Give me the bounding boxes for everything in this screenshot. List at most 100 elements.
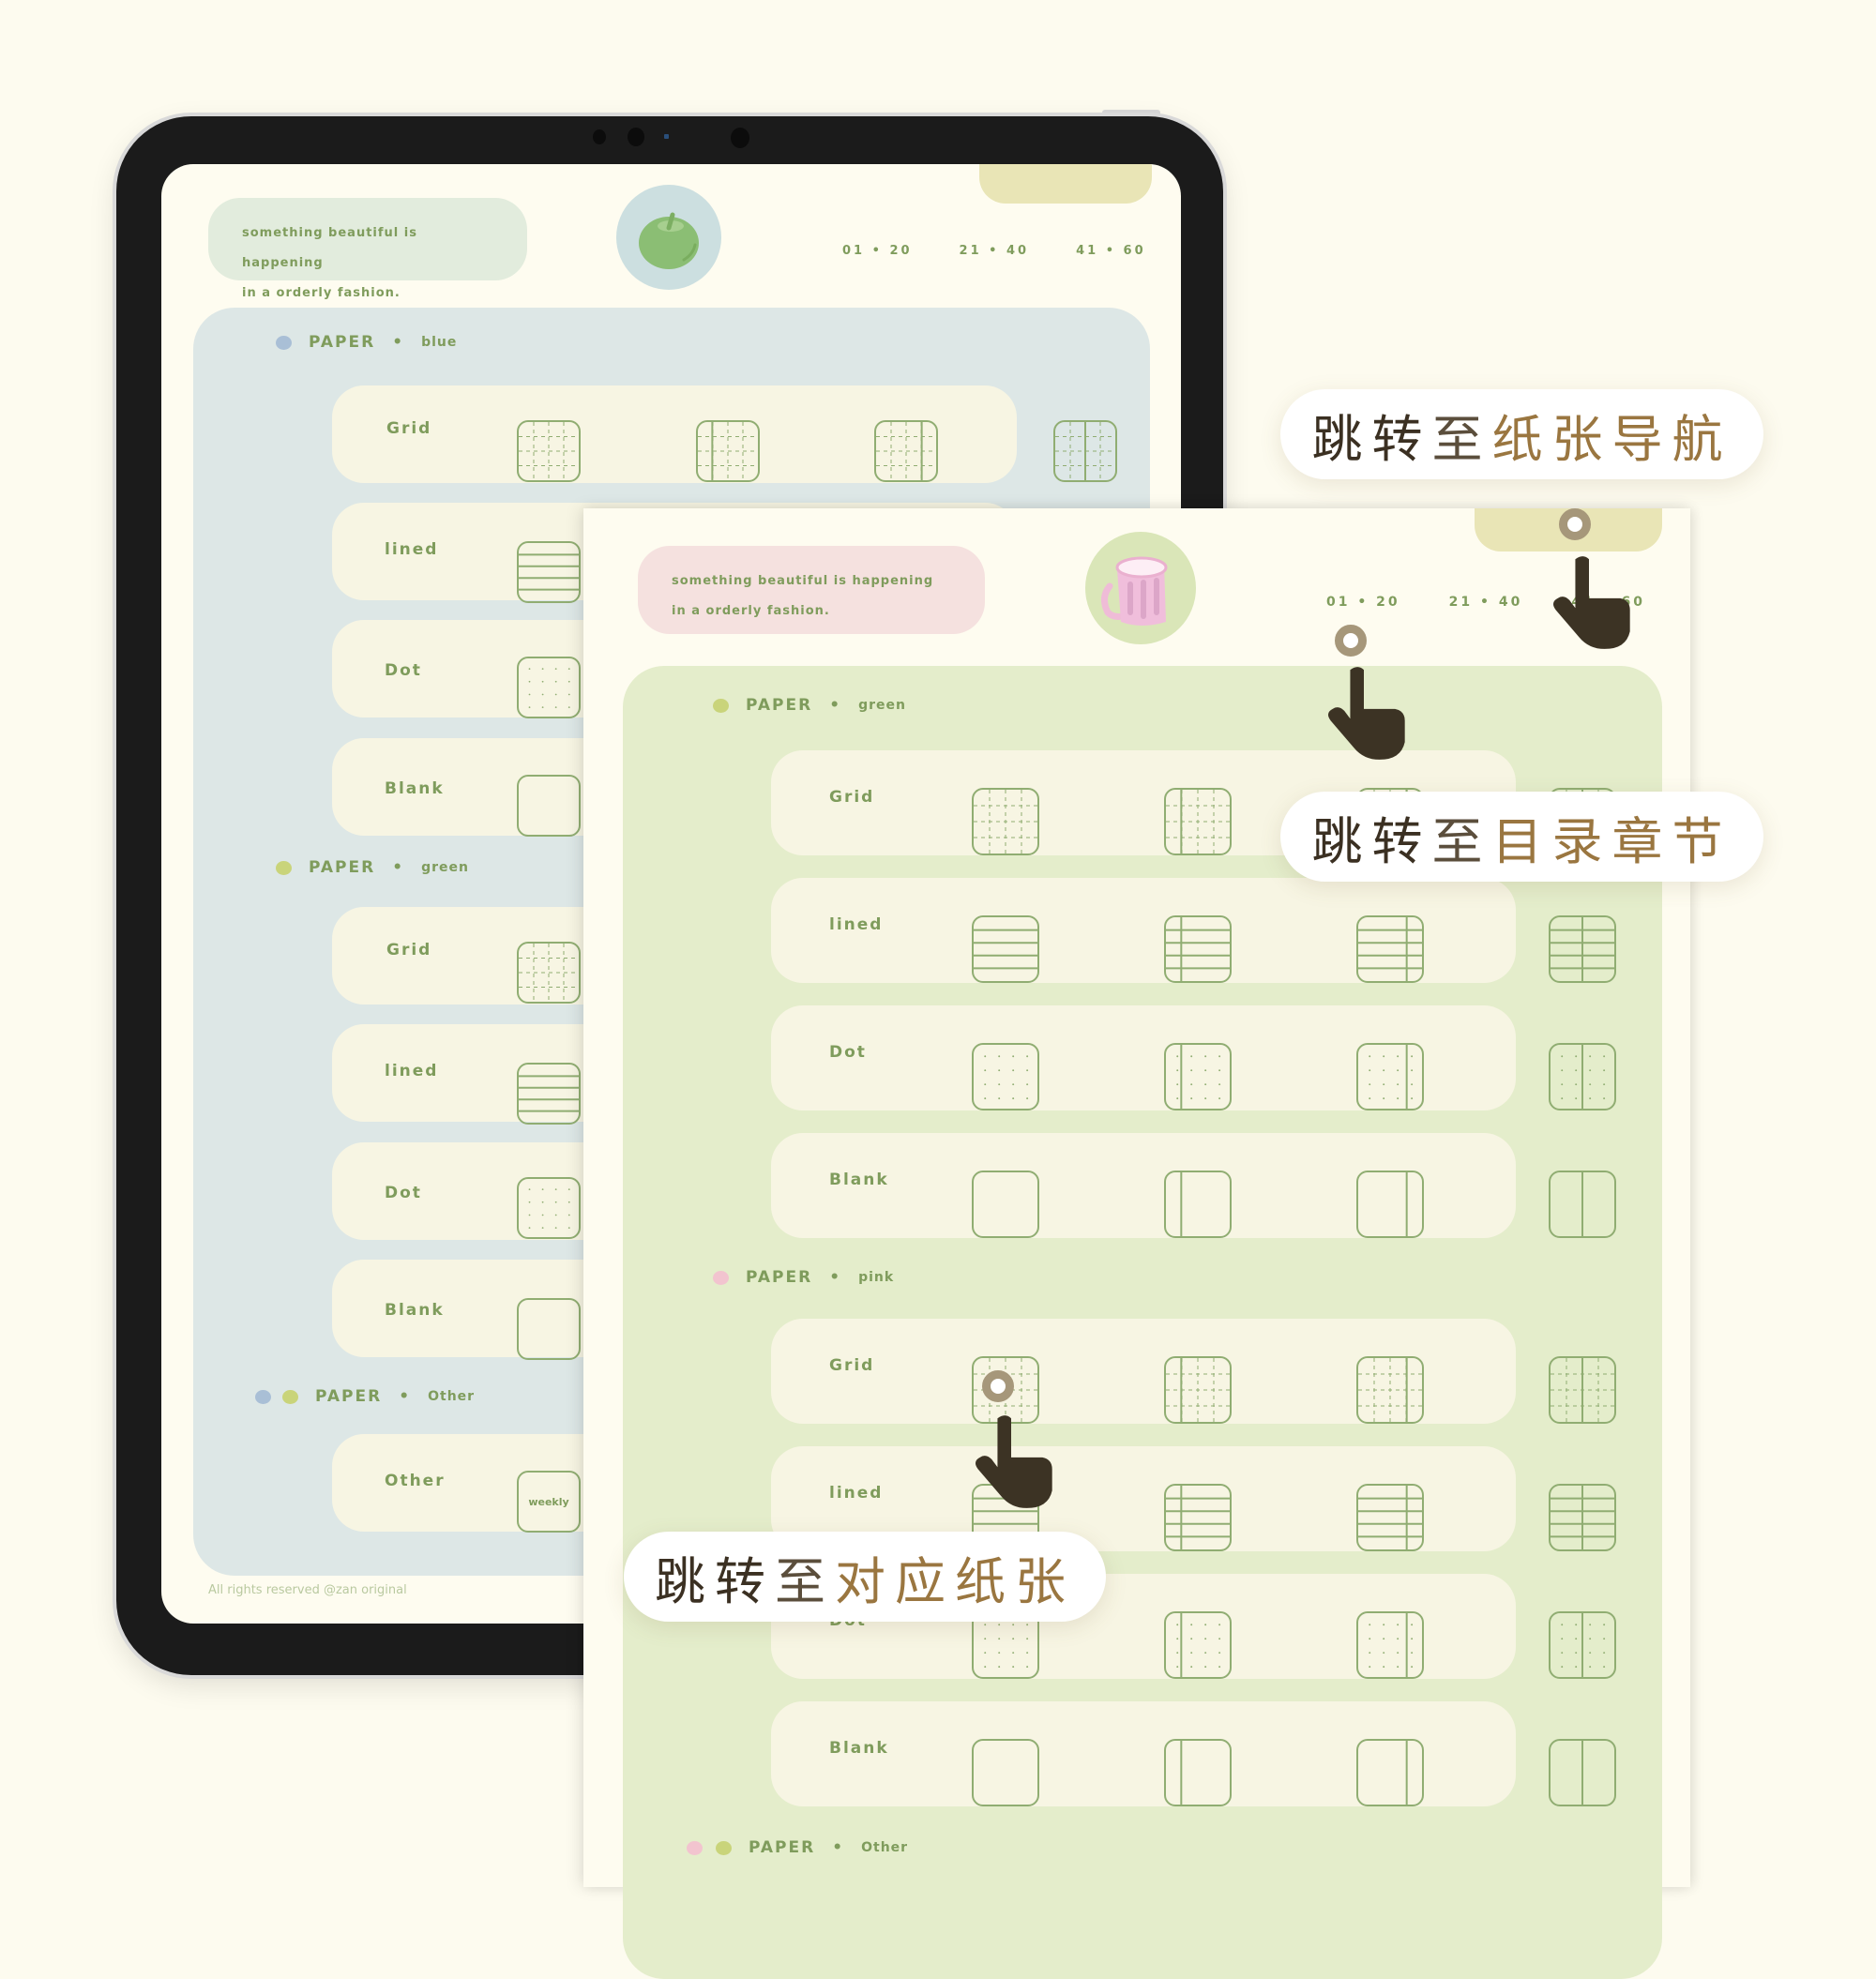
dot-left-paper-thumb[interactable]: [1164, 1611, 1232, 1679]
quote-line-2: in a orderly fashion.: [242, 286, 401, 300]
lined-pattern: [1358, 1486, 1422, 1549]
front-planner-page: something beautiful is happening in a or…: [583, 508, 1690, 1979]
callout-mid: 至: [1431, 409, 1492, 469]
dot-pattern: [984, 1055, 1029, 1100]
range-link-1[interactable]: 01 • 20: [842, 244, 913, 258]
grid-right-paper-thumb[interactable]: [874, 420, 938, 482]
dot-left-paper-thumb[interactable]: [1164, 1043, 1232, 1110]
thumb-label: weekly: [528, 1495, 569, 1508]
grid-right-paper-thumb[interactable]: [1356, 1356, 1424, 1424]
blank-pattern: [1166, 1172, 1230, 1236]
row-label: Blank: [385, 1301, 445, 1320]
bullet: •: [829, 696, 842, 715]
color-dot-blue: [255, 1389, 271, 1404]
section-subtitle: Other: [428, 1389, 476, 1404]
blank-left-paper-thumb[interactable]: [1164, 1171, 1232, 1238]
blank-split-paper-thumb[interactable]: [1549, 1171, 1616, 1238]
section-title: PAPER: [315, 1387, 383, 1406]
grid-split-paper-thumb[interactable]: [1549, 1356, 1616, 1424]
camera-indicator-icon: [664, 134, 669, 139]
lined-pattern: [519, 543, 579, 601]
blank-pattern: [974, 1172, 1037, 1236]
blank-paper-thumb[interactable]: [972, 1171, 1039, 1238]
blank-paper-thumb[interactable]: [972, 1739, 1039, 1806]
lined-pattern: [1166, 1486, 1230, 1549]
row-label: lined: [829, 1484, 884, 1503]
nav-tab[interactable]: [979, 164, 1152, 204]
pointing-hand-icon: [1540, 553, 1638, 651]
dot-paper-thumb[interactable]: [517, 1177, 581, 1239]
section-subtitle: blue: [421, 335, 458, 350]
section-header: PAPER • blue: [276, 333, 457, 352]
color-dot: [713, 698, 729, 713]
callout-prefix: 跳转: [655, 1551, 775, 1611]
grid-paper-thumb[interactable]: [517, 942, 581, 1004]
lined-split-paper-thumb[interactable]: [1549, 915, 1616, 983]
dot-right-paper-thumb[interactable]: [1356, 1043, 1424, 1110]
dot-pattern: [984, 1624, 1029, 1669]
blank-paper-thumb[interactable]: [517, 1298, 581, 1360]
grid-pattern: [1551, 1358, 1614, 1422]
dot-split-paper-thumb[interactable]: [1549, 1611, 1616, 1679]
grid-left-paper-thumb[interactable]: [696, 420, 760, 482]
lined-right-paper-thumb[interactable]: [1356, 915, 1424, 983]
dot-split-paper-thumb[interactable]: [1549, 1043, 1616, 1110]
dot-paper-thumb[interactable]: [972, 1043, 1039, 1110]
blank-right-paper-thumb[interactable]: [1356, 1171, 1424, 1238]
lined-pattern: [519, 1065, 579, 1123]
row-label: lined: [829, 915, 884, 934]
tap-ring-indicator: [1559, 508, 1591, 540]
blank-right-paper-thumb[interactable]: [1356, 1739, 1424, 1806]
range-link-1[interactable]: 01 • 20: [1326, 595, 1400, 610]
range-link-2[interactable]: 21 • 40: [1449, 595, 1523, 610]
dot-right-paper-thumb[interactable]: [1356, 1611, 1424, 1679]
grid-pattern: [876, 422, 936, 480]
callout-highlight: 纸张导航: [1491, 409, 1732, 469]
mascot-badge[interactable]: [616, 185, 721, 290]
grid-split-paper-thumb[interactable]: [1053, 420, 1117, 482]
lined-paper-thumb[interactable]: [517, 541, 581, 603]
blank-split-paper-thumb[interactable]: [1549, 1739, 1616, 1806]
grid-left-paper-thumb[interactable]: [1164, 1356, 1232, 1424]
blank-left-paper-thumb[interactable]: [1164, 1739, 1232, 1806]
weekly-paper-thumb[interactable]: weekly: [517, 1471, 581, 1533]
paper-row: Grid: [332, 385, 1117, 483]
grid-pattern: [1166, 790, 1230, 854]
quote-line-1: something beautiful is happening: [672, 574, 934, 588]
dot-pattern: [528, 1188, 570, 1229]
range-link-2[interactable]: 21 • 40: [960, 244, 1030, 258]
lined-paper-thumb[interactable]: [972, 915, 1039, 983]
lined-right-paper-thumb[interactable]: [1356, 1484, 1424, 1551]
row-label: Blank: [385, 779, 445, 798]
color-dot-pink: [687, 1840, 703, 1855]
dot-paper-thumb[interactable]: [517, 657, 581, 718]
lined-left-paper-thumb[interactable]: [1164, 915, 1232, 983]
lined-left-paper-thumb[interactable]: [1164, 1484, 1232, 1551]
section-title: PAPER: [749, 1838, 816, 1857]
grid-left-paper-thumb[interactable]: [1164, 788, 1232, 855]
callout-prefix: 跳转: [1311, 811, 1432, 871]
paper-row: Dot: [771, 1005, 1616, 1110]
grid-pattern: [1055, 422, 1115, 480]
grid-paper-thumb[interactable]: [517, 420, 581, 482]
range-link-3[interactable]: 41 • 60: [1076, 244, 1146, 258]
color-dot: [276, 335, 292, 350]
grid-pattern: [1166, 1358, 1230, 1422]
row-label: Grid: [386, 941, 432, 959]
grid-pattern: [519, 944, 579, 1002]
callout-mid: 至: [1431, 811, 1492, 871]
bullet: •: [829, 1268, 842, 1287]
quote-line-1: something beautiful is happening: [242, 226, 417, 270]
lined-paper-thumb[interactable]: [517, 1063, 581, 1125]
dot-pattern: [1369, 1613, 1414, 1677]
bullet: •: [399, 1387, 412, 1406]
row-label: Dot: [385, 1184, 422, 1202]
dot-pattern: [1561, 1613, 1606, 1677]
mascot-badge[interactable]: [1085, 532, 1196, 644]
blank-paper-thumb[interactable]: [517, 775, 581, 837]
lined-split-paper-thumb[interactable]: [1549, 1484, 1616, 1551]
section-subtitle: pink: [858, 1270, 895, 1285]
section-header: PAPER • green: [713, 696, 906, 715]
grid-paper-thumb[interactable]: [972, 788, 1039, 855]
row-label: Other: [385, 1472, 446, 1490]
